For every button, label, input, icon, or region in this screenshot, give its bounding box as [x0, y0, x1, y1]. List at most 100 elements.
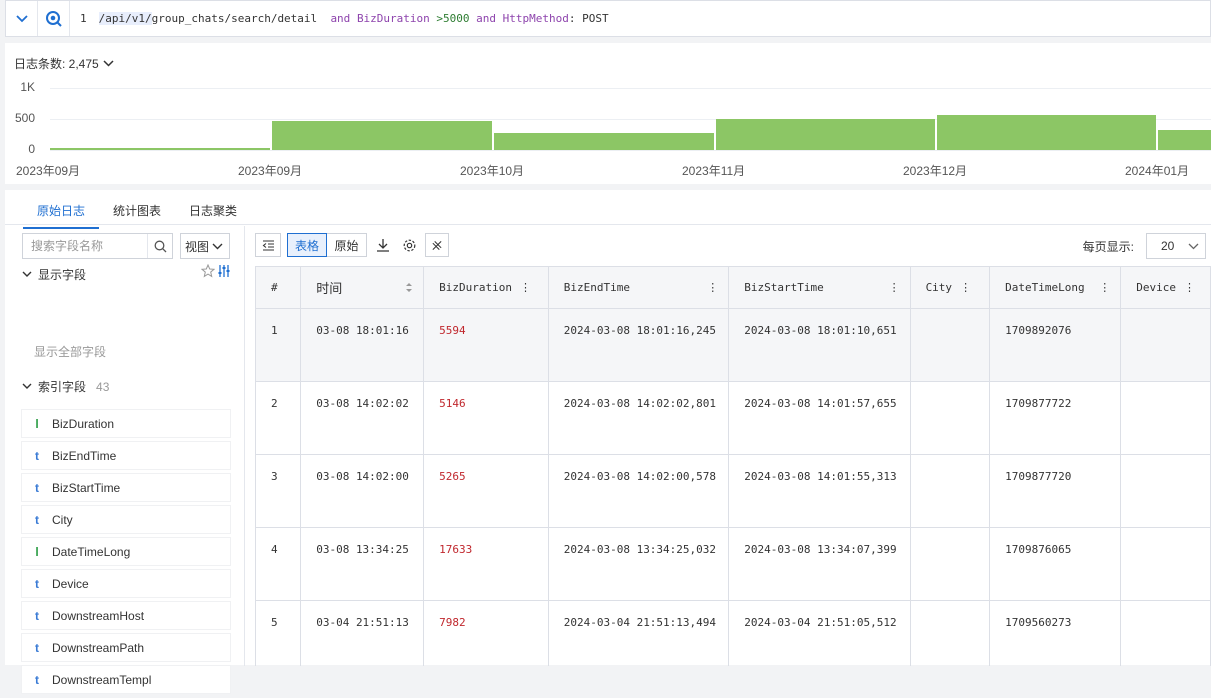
table-toolbar: 表格 原始	[255, 233, 449, 257]
col-header-label: BizEndTime	[563, 280, 630, 294]
per-page-value: 20	[1161, 239, 1175, 253]
table-view-button[interactable]: 表格	[287, 233, 327, 257]
view-mode-switch: 表格 原始	[287, 233, 367, 257]
display-fields-header[interactable]: 显示字段	[22, 266, 86, 283]
field-settings-icon[interactable]	[217, 264, 231, 281]
collapse-toggle[interactable]	[6, 1, 38, 36]
table-cell	[1120, 381, 1211, 455]
table-cell: 2024-03-04 21:51:13,494	[548, 600, 730, 666]
chevron-down-icon	[22, 271, 32, 277]
table-row[interactable]: 5 03-04 21:51:13 7982 2024-03-04 21:51:13,4…	[256, 600, 1211, 666]
col-header-time[interactable]: 时间	[300, 267, 425, 309]
col-header-datetimelong[interactable]: DateTimeLong ⋮	[989, 267, 1122, 309]
x-tick-label: 2023年09月	[238, 164, 303, 178]
more-vertical-icon[interactable]: ⋮	[960, 281, 971, 294]
field-item[interactable]: t BizEndTime	[22, 442, 230, 469]
field-search	[22, 233, 173, 259]
field-item[interactable]: t City	[22, 506, 230, 533]
gear-icon[interactable]	[399, 233, 419, 257]
log-histogram: 日志条数: 2,475 1K 500 0 2023年09月 2023年09月 2023年1…	[5, 43, 1211, 184]
show-all-fields-link[interactable]: 显示全部字段	[34, 343, 106, 360]
search-icon[interactable]	[147, 234, 172, 258]
field-item[interactable]: t DownstreamPath	[22, 634, 230, 661]
table-cell: 17633	[423, 527, 549, 601]
table-cell	[1120, 454, 1211, 528]
field-type-text: t	[35, 512, 39, 527]
col-header-bizendtime[interactable]: BizEndTime ⋮	[548, 267, 730, 309]
log-count-label: 日志条数: 2,475	[14, 57, 99, 71]
field-search-input[interactable]	[23, 235, 147, 257]
histogram-bar[interactable]	[1158, 129, 1211, 150]
table-row[interactable]: 1 03-08 18:01:16 5594 2024-03-08 18:01:16,2…	[256, 308, 1211, 382]
more-vertical-icon[interactable]: ⋮	[520, 281, 531, 294]
col-header-city[interactable]: City ⋮	[910, 267, 991, 309]
table-row[interactable]: 4 03-08 13:34:25 17633 2024-03-08 13:34:25,…	[256, 527, 1211, 601]
more-vertical-icon[interactable]: ⋮	[889, 281, 900, 294]
x-tick-label: 2023年09月	[16, 164, 81, 178]
col-header-label: DateTimeLong	[1005, 280, 1085, 294]
histogram-bar[interactable]	[716, 119, 935, 150]
col-header-bizstarttime[interactable]: BizStartTime ⋮	[728, 267, 911, 309]
col-header-device[interactable]: Device ⋮	[1120, 267, 1211, 309]
histogram-bar[interactable]	[272, 121, 492, 150]
line-number: 1	[80, 12, 87, 25]
query-field-bizduration: BizDuration	[356, 12, 430, 25]
table-cell: 03-08 14:02:02	[300, 381, 425, 455]
per-page-control: 每页显示: 20	[1083, 233, 1206, 259]
view-select[interactable]: 视图	[180, 233, 230, 259]
per-page-select[interactable]: 20	[1146, 233, 1206, 259]
table-cell: 03-08 18:01:16	[300, 308, 425, 382]
query-mode-button[interactable]	[38, 1, 70, 36]
query-field-httpmethod: HttpMethod	[502, 12, 569, 25]
table-cell: 1709892076	[989, 308, 1122, 382]
field-item[interactable]: t BizStartTime	[22, 474, 230, 501]
x-tick-label: 2024年01月	[1125, 164, 1190, 178]
raw-view-button[interactable]: 原始	[327, 233, 367, 257]
field-name: DownstreamHost	[52, 608, 145, 623]
col-header-index: #	[256, 267, 302, 309]
gridline	[50, 88, 1211, 89]
histogram-bar[interactable]	[50, 148, 270, 150]
index-fields-header[interactable]: 索引字段 43	[22, 378, 109, 395]
field-name: City	[52, 512, 73, 527]
field-name: BizEndTime	[52, 448, 117, 463]
table-cell: 2024-03-08 13:34:07,399	[728, 527, 911, 601]
log-count[interactable]: 日志条数: 2,475	[14, 55, 114, 72]
field-name: BizDuration	[52, 416, 115, 431]
field-name: BizStartTime	[52, 480, 121, 495]
brush-icon	[432, 240, 442, 250]
table-row[interactable]: 3 03-08 14:02:00 5265 2024-03-08 14:02:00,5…	[256, 454, 1211, 528]
clear-format-button[interactable]	[425, 233, 449, 257]
x-tick-label: 2023年12月	[903, 164, 968, 178]
table-cell	[910, 527, 991, 601]
histogram-bar[interactable]	[937, 114, 1156, 150]
field-name: Device	[52, 576, 89, 591]
query-and: and	[330, 12, 351, 25]
star-icon[interactable]	[200, 263, 216, 281]
col-header-bizduration[interactable]: BizDuration ⋮	[423, 267, 549, 309]
field-item[interactable]: t DownstreamTempl	[22, 666, 230, 693]
histogram-bar[interactable]	[494, 133, 714, 150]
field-item[interactable]: l DateTimeLong	[22, 538, 230, 565]
field-item[interactable]: t Device	[22, 570, 230, 597]
field-type-text: t	[35, 672, 39, 687]
query-path-prefix: /api/v1/	[98, 12, 152, 25]
table-cell: 2024-03-08 14:01:57,655	[728, 381, 911, 455]
query-input[interactable]: 1/api/v1/group_chats/search/detail and B…	[80, 12, 609, 25]
table-cell: 1709877720	[989, 454, 1122, 528]
table-cell: 2024-03-08 18:01:10,651	[728, 308, 911, 382]
more-vertical-icon[interactable]: ⋮	[1099, 281, 1110, 294]
more-vertical-icon[interactable]: ⋮	[1184, 281, 1195, 294]
table-cell	[1120, 527, 1211, 601]
collapse-sidebar-button[interactable]	[255, 233, 281, 257]
field-item[interactable]: l BizDuration	[22, 410, 230, 437]
y-tick-label: 1K	[20, 80, 35, 94]
query-op-gt: >5000	[436, 12, 470, 25]
more-vertical-icon[interactable]: ⋮	[707, 281, 718, 294]
x-tick-label: 2023年10月	[460, 164, 525, 178]
table-cell: 1709876065	[989, 527, 1122, 601]
field-item[interactable]: t DownstreamHost	[22, 602, 230, 629]
download-icon[interactable]	[373, 233, 393, 257]
table-row[interactable]: 2 03-08 14:02:02 5146 2024-03-08 14:02:02,8…	[256, 381, 1211, 455]
table-cell: 1709560273	[989, 600, 1122, 666]
